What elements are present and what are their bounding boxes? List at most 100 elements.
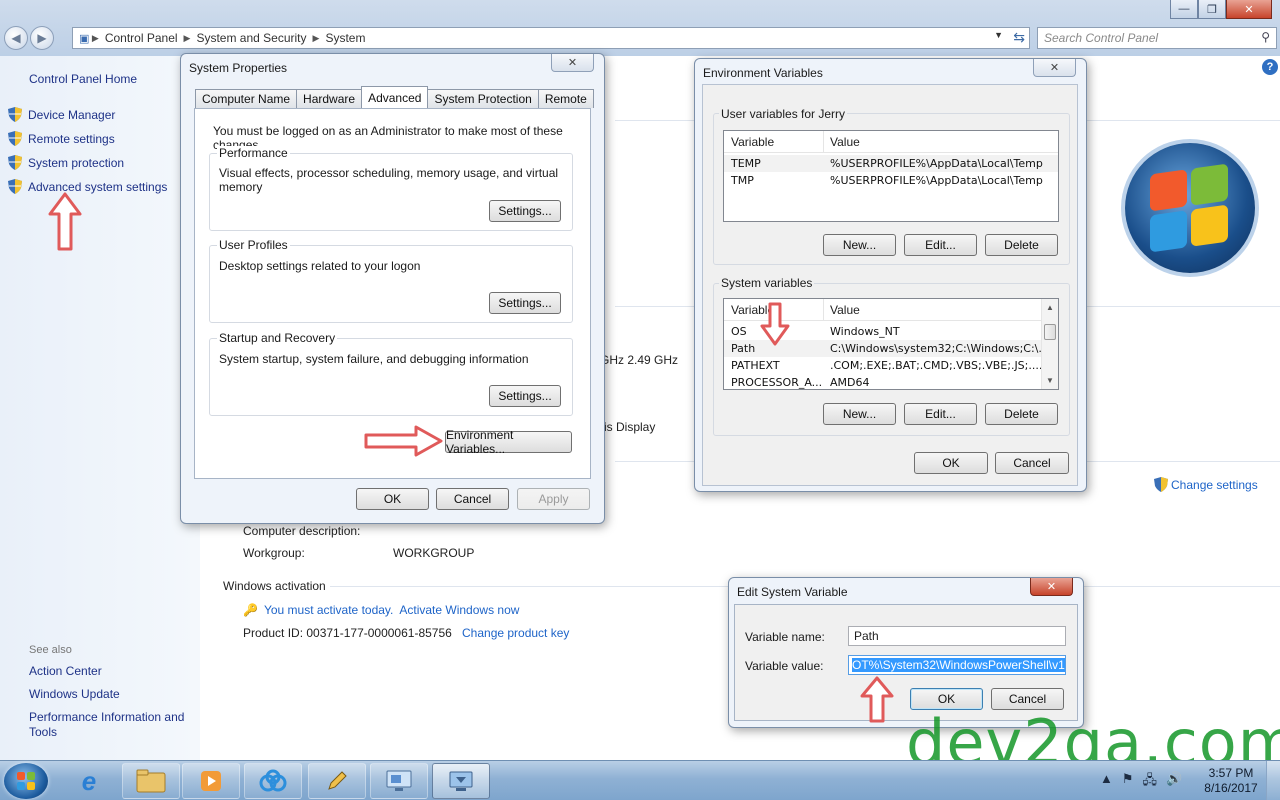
address-dropdown-icon[interactable]: ▼ <box>994 30 1003 40</box>
vertical-scrollbar[interactable]: ▲ ▼ <box>1041 299 1058 389</box>
system-edit-button[interactable]: Edit... <box>904 403 977 425</box>
tab-advanced[interactable]: Advanced <box>361 86 429 108</box>
advanced-tab-panel: You must be logged on as an Administrato… <box>194 108 591 479</box>
scroll-up-icon[interactable]: ▲ <box>1046 303 1054 312</box>
breadcrumb-system[interactable]: System <box>319 31 371 45</box>
variable-value-field[interactable]: OT%\System32\WindowsPowerShell\v1.0\ <box>848 655 1066 675</box>
sysprops-cancel-button[interactable]: Cancel <box>436 488 509 510</box>
taskbar-media-player[interactable] <box>182 763 240 799</box>
breadcrumb-control-panel[interactable]: Control Panel <box>99 31 184 45</box>
task-label: System protection <box>28 155 125 170</box>
tab-computer-name[interactable]: Computer Name <box>195 89 298 108</box>
taskbar-remote-desktop[interactable] <box>370 763 428 799</box>
system-properties-tabs: Computer Name Hardware Advanced System P… <box>195 86 594 108</box>
tab-system-protection[interactable]: System Protection <box>427 89 539 108</box>
environment-variables-button[interactable]: Environment Variables... <box>445 428 572 456</box>
var-value: .COM;.EXE;.BAT;.CMD;.VBS;.VBE;.JS;.... <box>830 359 1043 372</box>
var-value: %USERPROFILE%\AppData\Local\Temp <box>830 174 1043 187</box>
dialog-close-button[interactable]: ✕ <box>1030 578 1073 596</box>
maximize-button[interactable]: ❐ <box>1198 0 1226 19</box>
network-icon[interactable]: 🖧 <box>1143 771 1158 793</box>
volume-icon[interactable]: 🔊 <box>1166 771 1182 793</box>
workgroup-label: Workgroup: <box>243 546 305 560</box>
start-button[interactable] <box>4 763 48 799</box>
action-center-flag-icon[interactable]: ⚑ <box>1122 771 1134 793</box>
address-bar[interactable]: ▣ ▶ Control Panel ▶ System and Security … <box>72 27 1030 49</box>
show-hidden-icons[interactable]: ▲ <box>1100 771 1113 793</box>
taskbar-internet-explorer[interactable]: e <box>60 763 118 799</box>
breadcrumb-separator-icon: ▶ <box>89 32 99 43</box>
system-variables-label: System variables <box>719 276 815 290</box>
forward-button[interactable]: ▶ <box>30 26 54 50</box>
activate-windows-link[interactable]: Activate Windows now <box>399 603 519 617</box>
user-edit-button[interactable]: Edit... <box>904 234 977 256</box>
variable-name-field[interactable]: Path <box>848 626 1066 646</box>
dialog-title: Environment Variables <box>703 66 823 80</box>
system-delete-button[interactable]: Delete <box>985 403 1058 425</box>
var-name: PROCESSOR_A... <box>731 376 823 389</box>
taskbar-clock[interactable]: 3:57 PM 8/16/2017 <box>1200 766 1262 796</box>
system-tray: ▲ ⚑ 🖧 🔊 <box>1100 771 1182 793</box>
task-system-protection[interactable]: System protection <box>8 155 124 170</box>
shield-icon <box>1154 477 1168 492</box>
user-new-button[interactable]: New... <box>823 234 896 256</box>
column-value[interactable]: Value <box>823 299 1043 321</box>
user-variables-list[interactable]: Variable Value TEMP %USERPROFILE%\AppDat… <box>723 130 1059 222</box>
scroll-thumb[interactable] <box>1044 324 1056 340</box>
breadcrumb-system-security[interactable]: System and Security <box>190 31 312 45</box>
task-advanced-system-settings[interactable]: Advanced system settings <box>8 179 167 194</box>
back-button[interactable]: ◀ <box>4 26 28 50</box>
taskbar-explorer[interactable] <box>122 763 180 799</box>
back-arrow-icon: ◀ <box>11 31 21 45</box>
table-row[interactable]: PATHEXT .COM;.EXE;.BAT;.CMD;.VBS;.VBE;.J… <box>724 357 1058 374</box>
show-desktop-button[interactable] <box>1266 761 1280 800</box>
performance-settings-button[interactable]: Settings... <box>489 200 561 222</box>
list-header: Variable Value <box>724 131 1058 153</box>
user-delete-button[interactable]: Delete <box>985 234 1058 256</box>
envvars-cancel-button[interactable]: Cancel <box>995 452 1069 474</box>
change-product-key-link[interactable]: Change product key <box>462 626 569 640</box>
minimize-button[interactable]: — <box>1170 0 1198 19</box>
taskbar: e ▲ ⚑ 🖧 🔊 3:57 PM 8/16/2017 <box>0 760 1280 800</box>
annotation-up-arrow-icon <box>860 676 894 723</box>
see-also-windows-update[interactable]: Windows Update <box>29 687 194 702</box>
column-variable[interactable]: Variable <box>731 135 774 149</box>
column-value[interactable]: Value <box>823 131 1058 153</box>
sysprops-apply-button[interactable]: Apply <box>517 488 590 510</box>
task-device-manager[interactable]: Device Manager <box>8 107 115 122</box>
dialog-close-button[interactable]: ✕ <box>551 54 594 72</box>
performance-label: Performance <box>217 146 290 160</box>
system-properties-icon <box>449 771 473 791</box>
table-row[interactable]: PROCESSOR_A... AMD64 <box>724 374 1058 389</box>
search-input[interactable]: Search Control Panel ⚲ <box>1037 27 1277 49</box>
variable-value-selection: OT%\System32\WindowsPowerShell\v1.0\ <box>852 658 1065 672</box>
user-profiles-settings-button[interactable]: Settings... <box>489 292 561 314</box>
scroll-down-icon[interactable]: ▼ <box>1046 376 1054 385</box>
var-name: PATHEXT <box>731 359 780 372</box>
window-close-button[interactable]: ✕ <box>1226 0 1272 19</box>
control-panel-home-link[interactable]: Control Panel Home <box>29 72 137 86</box>
taskbar-editor[interactable] <box>308 763 366 799</box>
activation-row: 🔑 You must activate today. Activate Wind… <box>243 603 519 617</box>
see-also-action-center[interactable]: Action Center <box>29 664 194 679</box>
tab-hardware[interactable]: Hardware <box>296 89 363 108</box>
startup-settings-button[interactable]: Settings... <box>489 385 561 407</box>
task-remote-settings[interactable]: Remote settings <box>8 131 115 146</box>
change-settings-link[interactable]: Change settings <box>1154 477 1258 492</box>
table-row[interactable]: TMP %USERPROFILE%\AppData\Local\Temp <box>724 172 1058 189</box>
system-new-button[interactable]: New... <box>823 403 896 425</box>
taskbar-control-panel[interactable] <box>432 763 490 799</box>
help-icon[interactable]: ? <box>1262 59 1278 75</box>
product-id: Product ID: 00371-177-0000061-85756 <box>243 626 452 640</box>
table-row[interactable]: TEMP %USERPROFILE%\AppData\Local\Temp <box>724 155 1058 172</box>
see-also-performance-info[interactable]: Performance Information and Tools <box>29 710 194 740</box>
taskbar-cloud-app[interactable] <box>244 763 302 799</box>
dialog-close-button[interactable]: ✕ <box>1033 59 1076 77</box>
forward-arrow-icon: ▶ <box>37 31 47 45</box>
envvars-ok-button[interactable]: OK <box>914 452 988 474</box>
refresh-icon[interactable]: ⇆ <box>1013 29 1025 46</box>
shield-icon <box>8 107 22 122</box>
sysprops-ok-button[interactable]: OK <box>356 488 429 510</box>
tab-remote[interactable]: Remote <box>537 89 594 108</box>
change-settings-label: Change settings <box>1171 477 1258 492</box>
